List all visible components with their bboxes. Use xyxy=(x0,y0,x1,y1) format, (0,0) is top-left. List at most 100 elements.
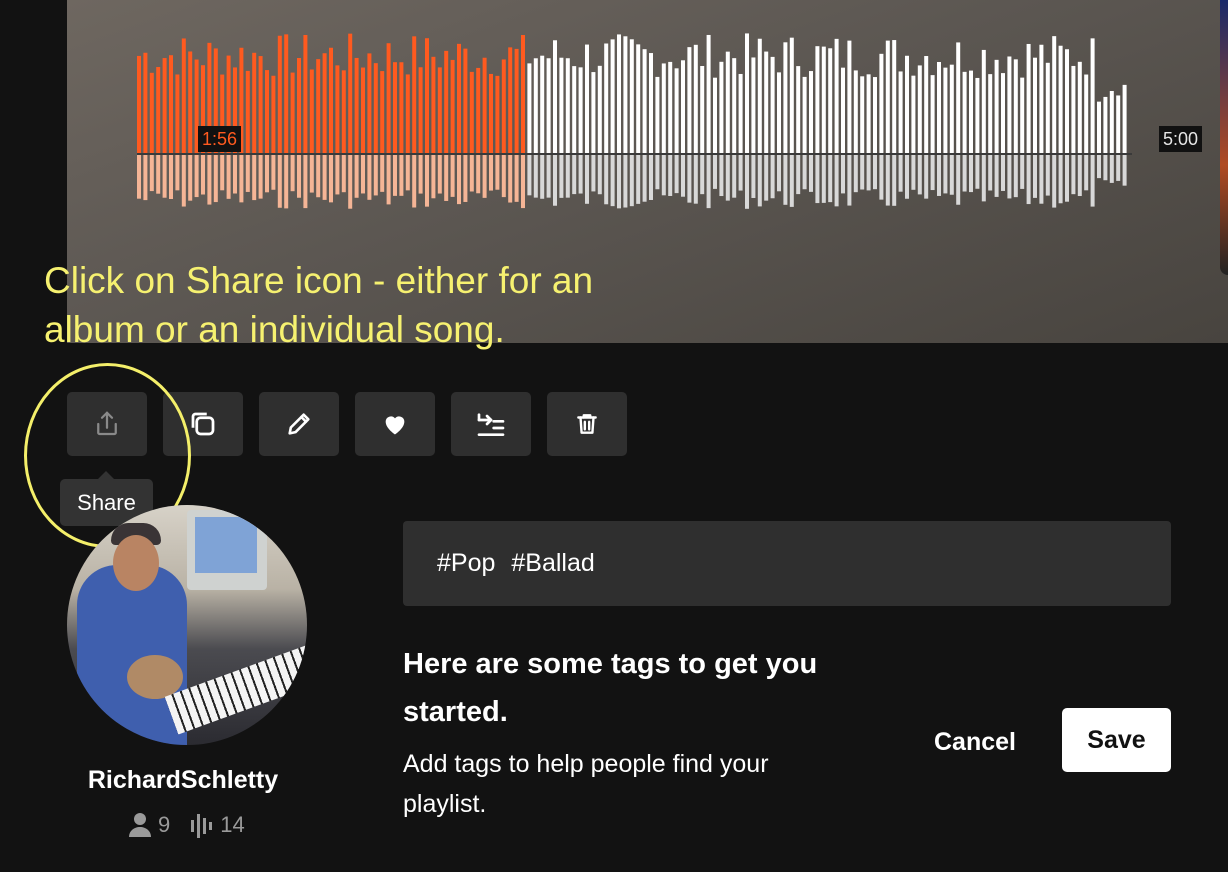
waveform-reflection-bar xyxy=(1097,155,1101,179)
total-time: 5:00 xyxy=(1159,126,1203,152)
save-button[interactable]: Save xyxy=(1062,708,1171,772)
waveform-bar xyxy=(751,57,756,153)
waveform-reflection-bar xyxy=(143,155,148,201)
username[interactable]: RichardSchletty xyxy=(67,766,299,795)
waveform-reflection-bar xyxy=(521,155,525,209)
waveform-reflection-bar xyxy=(668,155,673,196)
waveform-bar xyxy=(508,47,513,154)
waveform-reflection-bar xyxy=(489,155,493,191)
waveform-bar xyxy=(911,75,916,153)
waveform-bar xyxy=(393,62,397,153)
waveform-reflection-bar xyxy=(719,155,724,197)
add-to-queue-button[interactable] xyxy=(451,392,531,456)
waveform-bar xyxy=(463,48,468,153)
waveform-bar xyxy=(732,58,737,153)
waveform-reflection-bar xyxy=(713,155,717,189)
waveform-reflection-bar xyxy=(297,155,301,198)
waveform-reflection-bar xyxy=(450,155,455,197)
waveform-bar xyxy=(1039,44,1044,153)
waveform-bar xyxy=(719,61,724,154)
waveform-bar xyxy=(188,51,193,153)
tags-input[interactable]: #Pop #Ballad xyxy=(403,521,1171,606)
waveform-bar xyxy=(489,73,493,153)
queue-icon xyxy=(477,413,505,436)
tag-ballad[interactable]: #Ballad xyxy=(511,549,594,578)
waveform-bar xyxy=(329,47,333,153)
waveform-bar xyxy=(1103,96,1108,153)
waveform-reflection-bar xyxy=(1084,155,1089,191)
waveform-bar xyxy=(450,59,455,153)
waveform-bar xyxy=(457,43,461,153)
waveform-reflection-bar xyxy=(527,155,532,196)
waveform-bar xyxy=(309,69,314,153)
waveform-reflection-bar xyxy=(732,155,737,198)
waveform-reflection-bar xyxy=(956,155,961,205)
waveform-reflection-bar xyxy=(757,155,762,207)
waveform-reflection-bar xyxy=(271,155,276,190)
waveform-reflection-bar xyxy=(1090,155,1095,207)
waveform-reflection-bar xyxy=(367,155,372,200)
waveform-reflection-bar xyxy=(207,155,212,205)
avatar[interactable] xyxy=(67,505,307,745)
waveform-bar xyxy=(1090,38,1095,154)
waveform-bar xyxy=(873,77,877,153)
delete-button[interactable] xyxy=(547,392,627,456)
waveform-reflection-bar xyxy=(783,155,788,205)
waveform-bar xyxy=(303,34,308,154)
waveform-bar xyxy=(380,71,385,153)
waveform-bar xyxy=(297,58,301,153)
waveform-bar xyxy=(585,44,589,153)
waveform-bar xyxy=(482,57,487,153)
waveform-reflection-bar xyxy=(265,155,269,193)
waveform-reflection-bar xyxy=(706,155,711,209)
waveform-bar xyxy=(956,42,961,153)
waveform-reflection-bar xyxy=(393,155,397,196)
avatar-photo-screen xyxy=(195,517,257,573)
waveform-reflection-bar xyxy=(514,155,519,202)
waveform-bar xyxy=(437,67,442,153)
waveform-reflection-bar xyxy=(361,155,365,194)
waveform-bar xyxy=(668,61,673,153)
waveform-reflection-bar xyxy=(399,155,404,196)
waveform-reflection-bar xyxy=(156,155,161,194)
like-button[interactable] xyxy=(355,392,435,456)
waveform-bar xyxy=(636,44,641,153)
waveform-reflection-bar xyxy=(853,155,858,193)
waveform-bar xyxy=(757,38,762,153)
waveform-bar xyxy=(1097,101,1101,153)
waveform-bar xyxy=(661,63,666,154)
cancel-button[interactable]: Cancel xyxy=(934,722,1016,762)
waveform-reflection-bar xyxy=(137,155,141,199)
waveform-reflection-bar xyxy=(508,155,513,203)
waveform-reflection-bar xyxy=(969,155,973,193)
waveform-bar xyxy=(681,60,685,153)
waveform-reflection-bar xyxy=(898,155,903,192)
waveform-reflection-bar xyxy=(661,155,666,196)
tag-pop[interactable]: #Pop xyxy=(437,549,495,578)
waveform-reflection-bar xyxy=(329,155,333,203)
waveform-bar xyxy=(540,55,545,154)
waveform-reflection-bar xyxy=(258,155,263,199)
waveform-bar xyxy=(815,46,820,153)
tutorial-annotation: Click on Share icon - either for an albu… xyxy=(44,260,594,350)
waveform-bar xyxy=(476,67,481,153)
waveform-bar xyxy=(802,76,807,153)
waveform-reflection-bar xyxy=(495,155,500,190)
waveform-bar xyxy=(591,72,596,153)
waveform-reflection-bar xyxy=(860,155,865,190)
waveform-reflection-bar xyxy=(617,155,621,209)
waveform-reflection-bar xyxy=(277,155,282,208)
waveform-reflection-bar xyxy=(373,155,378,196)
waveform-bar xyxy=(559,57,564,153)
waveform-reflection-bar xyxy=(162,155,167,198)
waveform-bar xyxy=(706,34,711,153)
copy-icon xyxy=(191,412,215,436)
edit-button[interactable] xyxy=(259,392,339,456)
waveform-bar xyxy=(271,75,276,153)
waveform-reflection-bar xyxy=(239,155,244,203)
waveform-reflection-bar xyxy=(693,155,698,204)
waveform-reflection-bar xyxy=(469,155,474,192)
waveform-reflection-bar xyxy=(604,155,609,205)
waveform-bar xyxy=(1001,73,1005,153)
waveform-bar xyxy=(879,53,884,153)
